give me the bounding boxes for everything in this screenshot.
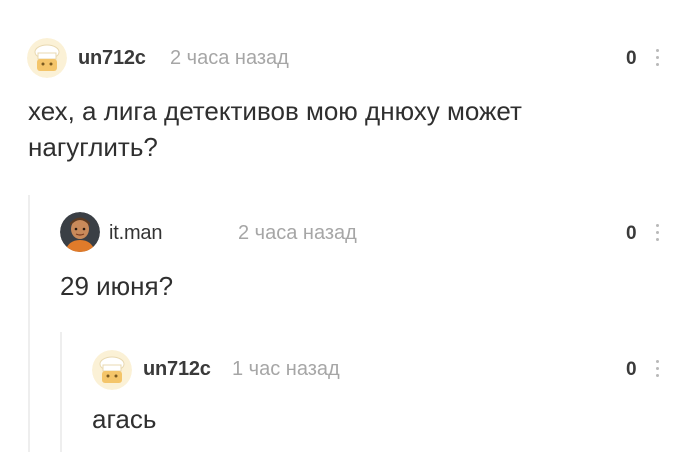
- person-photo-avatar-icon: [60, 212, 100, 252]
- user-avatar[interactable]: [60, 212, 100, 252]
- more-options-icon[interactable]: [656, 49, 660, 69]
- comment-rating: 0: [626, 359, 637, 380]
- timestamp[interactable]: 2 часа назад: [170, 47, 289, 70]
- comment-text: хех, а лига детективов мою днюху может н…: [28, 96, 522, 162]
- comment: un712c 2 часа назад 0 хех, а лига детект…: [0, 0, 700, 190]
- comment-text: агась: [92, 404, 157, 434]
- chef-avatar-icon: [27, 38, 67, 78]
- timestamp[interactable]: 2 часа назад: [238, 222, 357, 245]
- username[interactable]: it.man: [109, 222, 162, 245]
- thread-line[interactable]: [60, 332, 62, 452]
- comment: it.man 2 часа назад 0 29 июня?: [0, 190, 700, 452]
- more-options-icon[interactable]: [656, 224, 660, 244]
- comment: un712c 1 час назад 0 агась: [0, 330, 700, 452]
- username[interactable]: un712c: [143, 358, 211, 381]
- comment-text: 29 июня?: [60, 271, 174, 301]
- user-avatar[interactable]: [27, 38, 67, 78]
- more-options-icon[interactable]: [656, 360, 660, 380]
- user-avatar[interactable]: [92, 350, 132, 390]
- comment-rating: 0: [626, 223, 637, 244]
- timestamp[interactable]: 1 час назад: [232, 358, 340, 381]
- comment-rating: 0: [626, 48, 637, 69]
- chef-avatar-icon: [92, 350, 132, 390]
- username[interactable]: un712c: [78, 47, 146, 70]
